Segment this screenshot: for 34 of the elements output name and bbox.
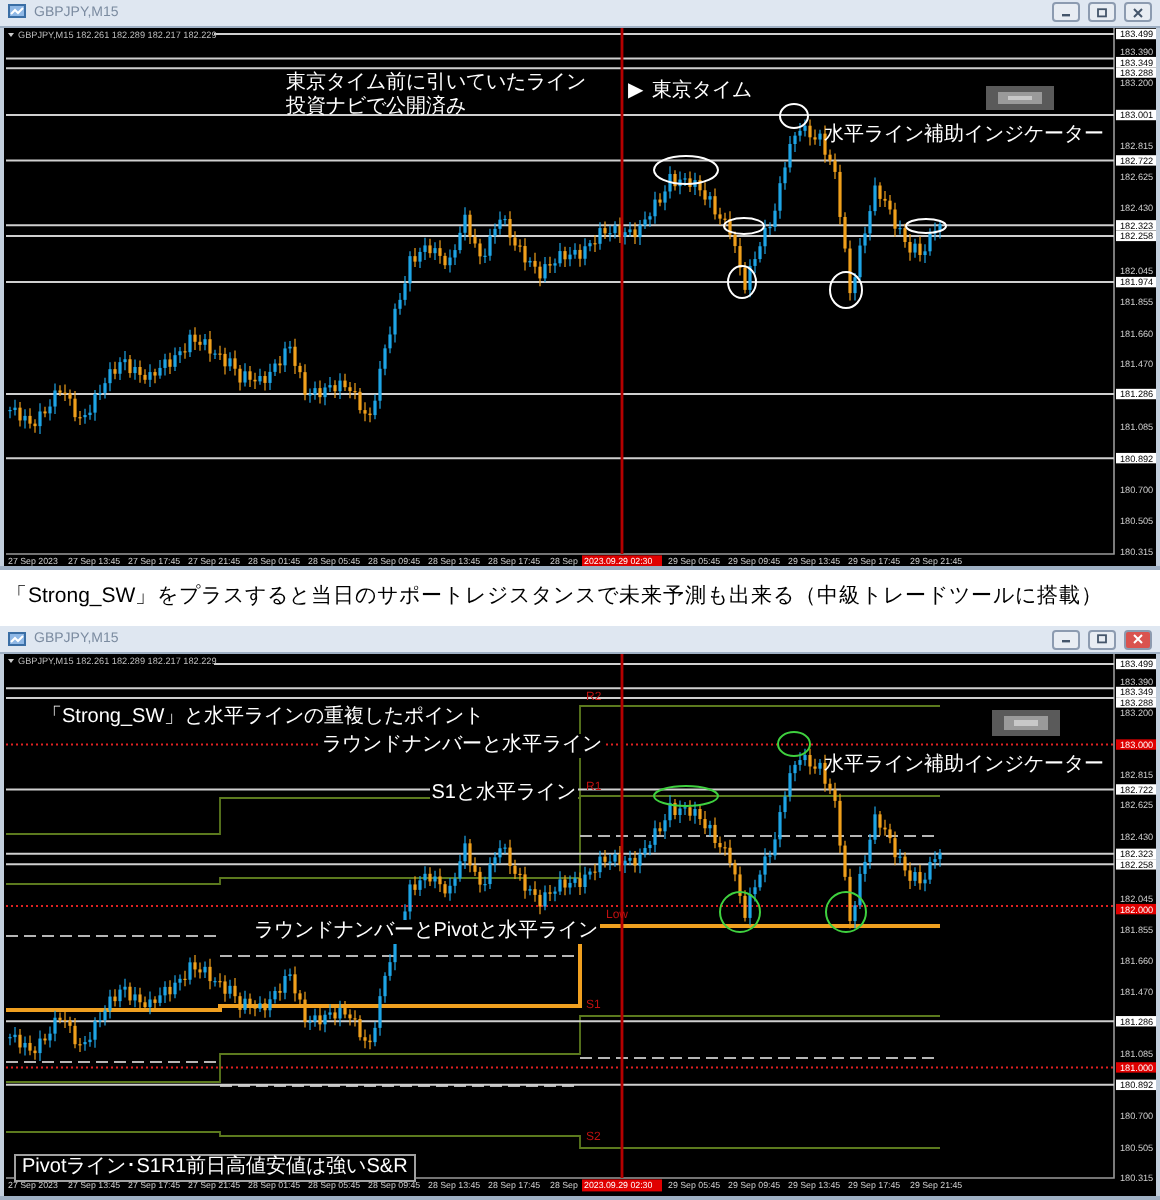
maximize-icon xyxy=(1096,634,1108,644)
annotation-text: 東京タイム前に引いていたライン 投資ナビで公開済み xyxy=(284,71,588,120)
highlight-ellipse xyxy=(777,731,811,757)
maximize-button[interactable] xyxy=(1088,629,1116,649)
highlight-ellipse xyxy=(779,102,809,129)
annotation-text: ラウンドナンバーとPivotと水平ライン xyxy=(251,920,600,944)
triangle-marker: ▶ xyxy=(628,81,644,102)
highlight-ellipse xyxy=(829,270,863,309)
close-icon xyxy=(1132,7,1144,18)
chart-window-icon xyxy=(8,631,26,647)
annotation-text: S1と水平ライン xyxy=(429,782,578,806)
maximize-icon xyxy=(1096,7,1108,18)
annotation-text: 「Strong_SW」と水平ラインの重複したポイント xyxy=(40,706,487,730)
maximize-button[interactable] xyxy=(1088,2,1116,23)
highlight-ellipse xyxy=(653,154,719,185)
blurred-patch xyxy=(986,85,1054,110)
caption-text: 「Strong_SW」をプラスすると当日のサポートレジスタンスで未来予測も出来る（中級トレードツールに搭載） xyxy=(0,570,1160,626)
minimize-button[interactable] xyxy=(1052,629,1080,649)
annotation-text: ラウンドナンバーと水平ライン xyxy=(320,734,604,758)
blurred-patch xyxy=(992,710,1060,736)
highlight-ellipse xyxy=(653,785,719,807)
legend-box: Pivotライン･S1R1前日高値安値は強いS&R xyxy=(14,1154,416,1182)
highlight-ellipse xyxy=(723,216,765,235)
close-button[interactable] xyxy=(1124,2,1152,23)
highlight-ellipse xyxy=(825,891,867,933)
highlight-ellipse xyxy=(727,264,757,299)
annotation-text: 東京タイム xyxy=(652,81,752,102)
minimize-button[interactable] xyxy=(1052,2,1080,23)
highlight-ellipse xyxy=(905,217,947,234)
close-button[interactable] xyxy=(1124,629,1152,649)
close-icon xyxy=(1132,634,1144,644)
chart-window-icon xyxy=(8,4,26,21)
minimize-icon xyxy=(1060,634,1072,644)
highlight-ellipse xyxy=(719,891,761,933)
